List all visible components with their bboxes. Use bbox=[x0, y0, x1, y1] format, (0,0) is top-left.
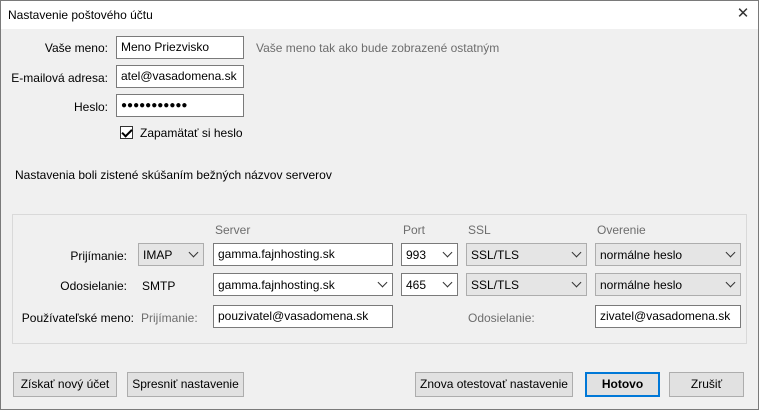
outgoing-protocol: SMTP bbox=[142, 279, 176, 293]
name-hint: Vaše meno tak ako bude zobrazené ostatný… bbox=[256, 41, 500, 55]
outgoing-auth-value: normálne heslo bbox=[600, 278, 683, 292]
incoming-port-value: 993 bbox=[406, 248, 427, 262]
incoming-port-combo[interactable]: 993 bbox=[401, 243, 458, 266]
remember-password-label: Zapamätať si heslo bbox=[140, 126, 243, 140]
column-header-server: Server bbox=[215, 223, 251, 237]
incoming-auth-select[interactable]: normálne heslo bbox=[595, 243, 741, 266]
retest-button[interactable]: Znova otestovať nastavenie bbox=[415, 372, 573, 397]
incoming-auth-value: normálne heslo bbox=[600, 248, 683, 262]
remember-password-checkbox[interactable] bbox=[120, 126, 133, 139]
password-input[interactable]: ●●●●●●●●●●● bbox=[116, 94, 244, 117]
outgoing-server-combo[interactable]: gamma.fajnhosting.sk bbox=[213, 273, 393, 296]
incoming-protocol-select[interactable]: IMAP bbox=[138, 243, 204, 266]
column-header-auth: Overenie bbox=[597, 223, 646, 237]
username-incoming-label: Prijímanie: bbox=[141, 311, 198, 325]
outgoing-ssl-value: SSL/TLS bbox=[471, 278, 520, 292]
username-outgoing-label: Odosielanie: bbox=[468, 311, 535, 325]
title-bar: Nastavenie poštového účtu ✕ bbox=[1, 1, 758, 29]
cancel-button[interactable]: Zrušiť bbox=[669, 372, 744, 397]
outgoing-username-input[interactable]: zivatel@vasadomena.sk bbox=[595, 305, 741, 328]
password-label: Heslo: bbox=[73, 100, 108, 114]
chevron-down-icon bbox=[442, 277, 453, 288]
chevron-down-icon bbox=[442, 247, 453, 258]
window-title: Nastavenie poštového účtu bbox=[8, 8, 153, 22]
outgoing-ssl-select[interactable]: SSL/TLS bbox=[466, 273, 587, 296]
incoming-username-input[interactable]: pouzivatel@vasadomena.sk bbox=[213, 305, 393, 328]
incoming-row-label: Prijímanie: bbox=[70, 249, 127, 263]
incoming-protocol-value: IMAP bbox=[143, 248, 173, 262]
chevron-down-icon bbox=[377, 277, 388, 288]
email-label: E-mailová adresa: bbox=[11, 71, 108, 85]
get-new-account-button[interactable]: Získať nový účet bbox=[13, 372, 117, 397]
outgoing-row-label: Odosielanie: bbox=[60, 279, 127, 293]
email-input[interactable]: atel@vasadomena.sk bbox=[116, 65, 244, 88]
outgoing-auth-select[interactable]: normálne heslo bbox=[595, 273, 741, 296]
chevron-down-icon bbox=[571, 247, 582, 258]
incoming-ssl-select[interactable]: SSL/TLS bbox=[466, 243, 587, 266]
column-header-port: Port bbox=[403, 223, 426, 237]
name-label: Vaše meno: bbox=[44, 41, 108, 55]
column-header-ssl: SSL bbox=[468, 223, 491, 237]
done-button[interactable]: Hotovo bbox=[585, 372, 660, 397]
username-row-label: Používateľské meno: bbox=[21, 311, 134, 325]
incoming-ssl-value: SSL/TLS bbox=[471, 248, 520, 262]
chevron-down-icon bbox=[725, 277, 736, 288]
chevron-down-icon bbox=[571, 277, 582, 288]
chevron-down-icon bbox=[725, 247, 736, 258]
detection-status-message: Nastavenia boli zistené skúšaním bežných… bbox=[15, 168, 332, 182]
close-icon[interactable]: ✕ bbox=[734, 5, 752, 23]
outgoing-port-combo[interactable]: 465 bbox=[401, 273, 458, 296]
name-input[interactable]: Meno Priezvisko bbox=[116, 36, 244, 59]
outgoing-port-value: 465 bbox=[406, 278, 427, 292]
advanced-config-button[interactable]: Spresniť nastavenie bbox=[127, 372, 244, 397]
incoming-server-input[interactable]: gamma.fajnhosting.sk bbox=[213, 243, 393, 266]
chevron-down-icon bbox=[188, 247, 199, 258]
account-setup-dialog: Nastavenie poštového účtu ✕ bbox=[0, 0, 759, 410]
outgoing-server-value: gamma.fajnhosting.sk bbox=[218, 278, 335, 292]
